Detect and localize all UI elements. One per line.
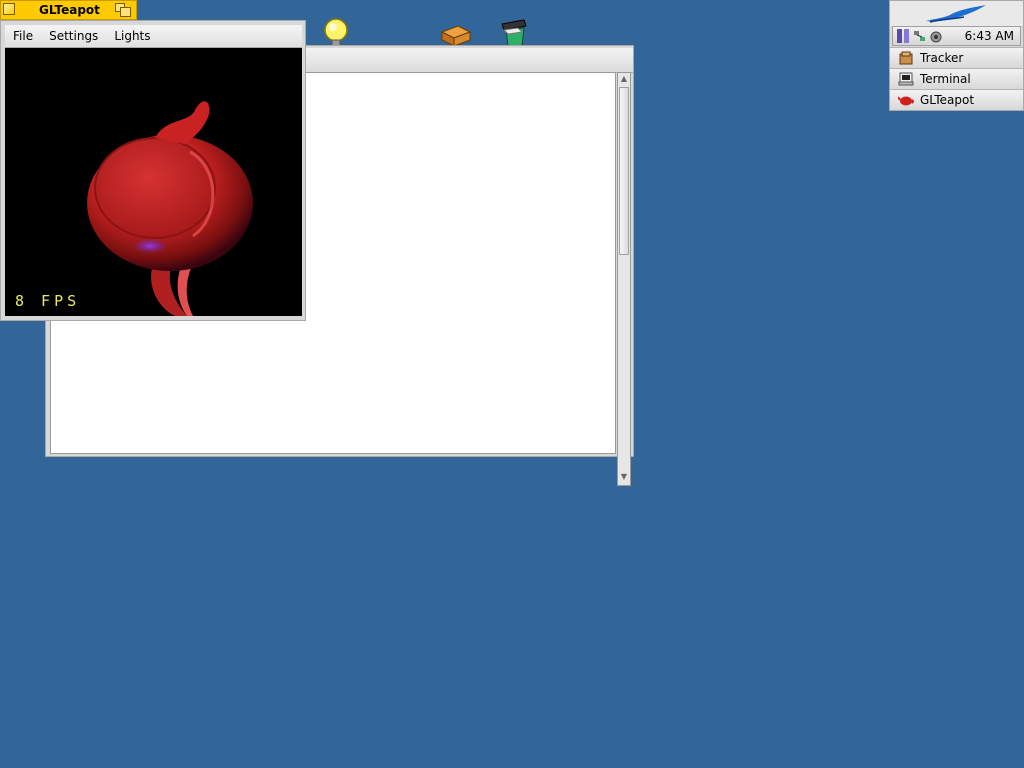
menu-file[interactable]: File xyxy=(5,29,41,43)
gl-render-view[interactable]: 8 FPS xyxy=(5,48,302,316)
trash-icon[interactable] xyxy=(496,16,532,48)
menu-bar: File Settings Lights xyxy=(5,25,302,48)
fps-counter: 8 FPS xyxy=(15,292,81,310)
terminal-icon xyxy=(898,72,914,86)
leaf-menu-button[interactable] xyxy=(890,1,1023,26)
window-title: GLTeapot xyxy=(39,3,100,17)
leaf-logo-icon xyxy=(926,5,986,23)
scroll-thumb[interactable] xyxy=(619,87,629,255)
scroll-down-arrow-icon[interactable]: ▼ xyxy=(618,471,630,483)
glteapot-window-tab[interactable]: GLTeapot xyxy=(0,0,137,20)
team-item-glteapot[interactable]: GLTeapot xyxy=(890,89,1023,110)
glteapot-window: File Settings Lights 8 FPS xyxy=(0,20,306,321)
system-tray: 6:43 AM xyxy=(892,26,1021,46)
lightbulb-icon[interactable] xyxy=(320,16,356,48)
clock[interactable]: 6:43 AM xyxy=(965,29,1014,43)
tracker-icon xyxy=(898,51,914,65)
team-label: GLTeapot xyxy=(920,93,975,107)
teapot-render xyxy=(87,101,253,316)
process-monitor-icon[interactable] xyxy=(897,29,909,43)
team-item-tracker[interactable]: Tracker xyxy=(890,47,1023,68)
team-label: Tracker xyxy=(920,51,964,65)
scroll-up-arrow-icon[interactable]: ▲ xyxy=(618,73,630,85)
menu-lights[interactable]: Lights xyxy=(106,29,158,43)
teapot-icon xyxy=(897,93,914,107)
deskbar: 6:43 AM Tracker Terminal GLTeapot xyxy=(889,0,1024,111)
close-icon[interactable] xyxy=(3,3,15,15)
zoom-icon[interactable] xyxy=(115,3,131,17)
network-icon[interactable] xyxy=(913,29,925,43)
menu-settings[interactable]: Settings xyxy=(41,29,106,43)
team-item-terminal[interactable]: Terminal xyxy=(890,68,1023,89)
audio-icon[interactable] xyxy=(929,29,942,43)
vertical-scrollbar[interactable]: ▲ ▼ xyxy=(617,72,631,486)
team-label: Terminal xyxy=(920,72,971,86)
